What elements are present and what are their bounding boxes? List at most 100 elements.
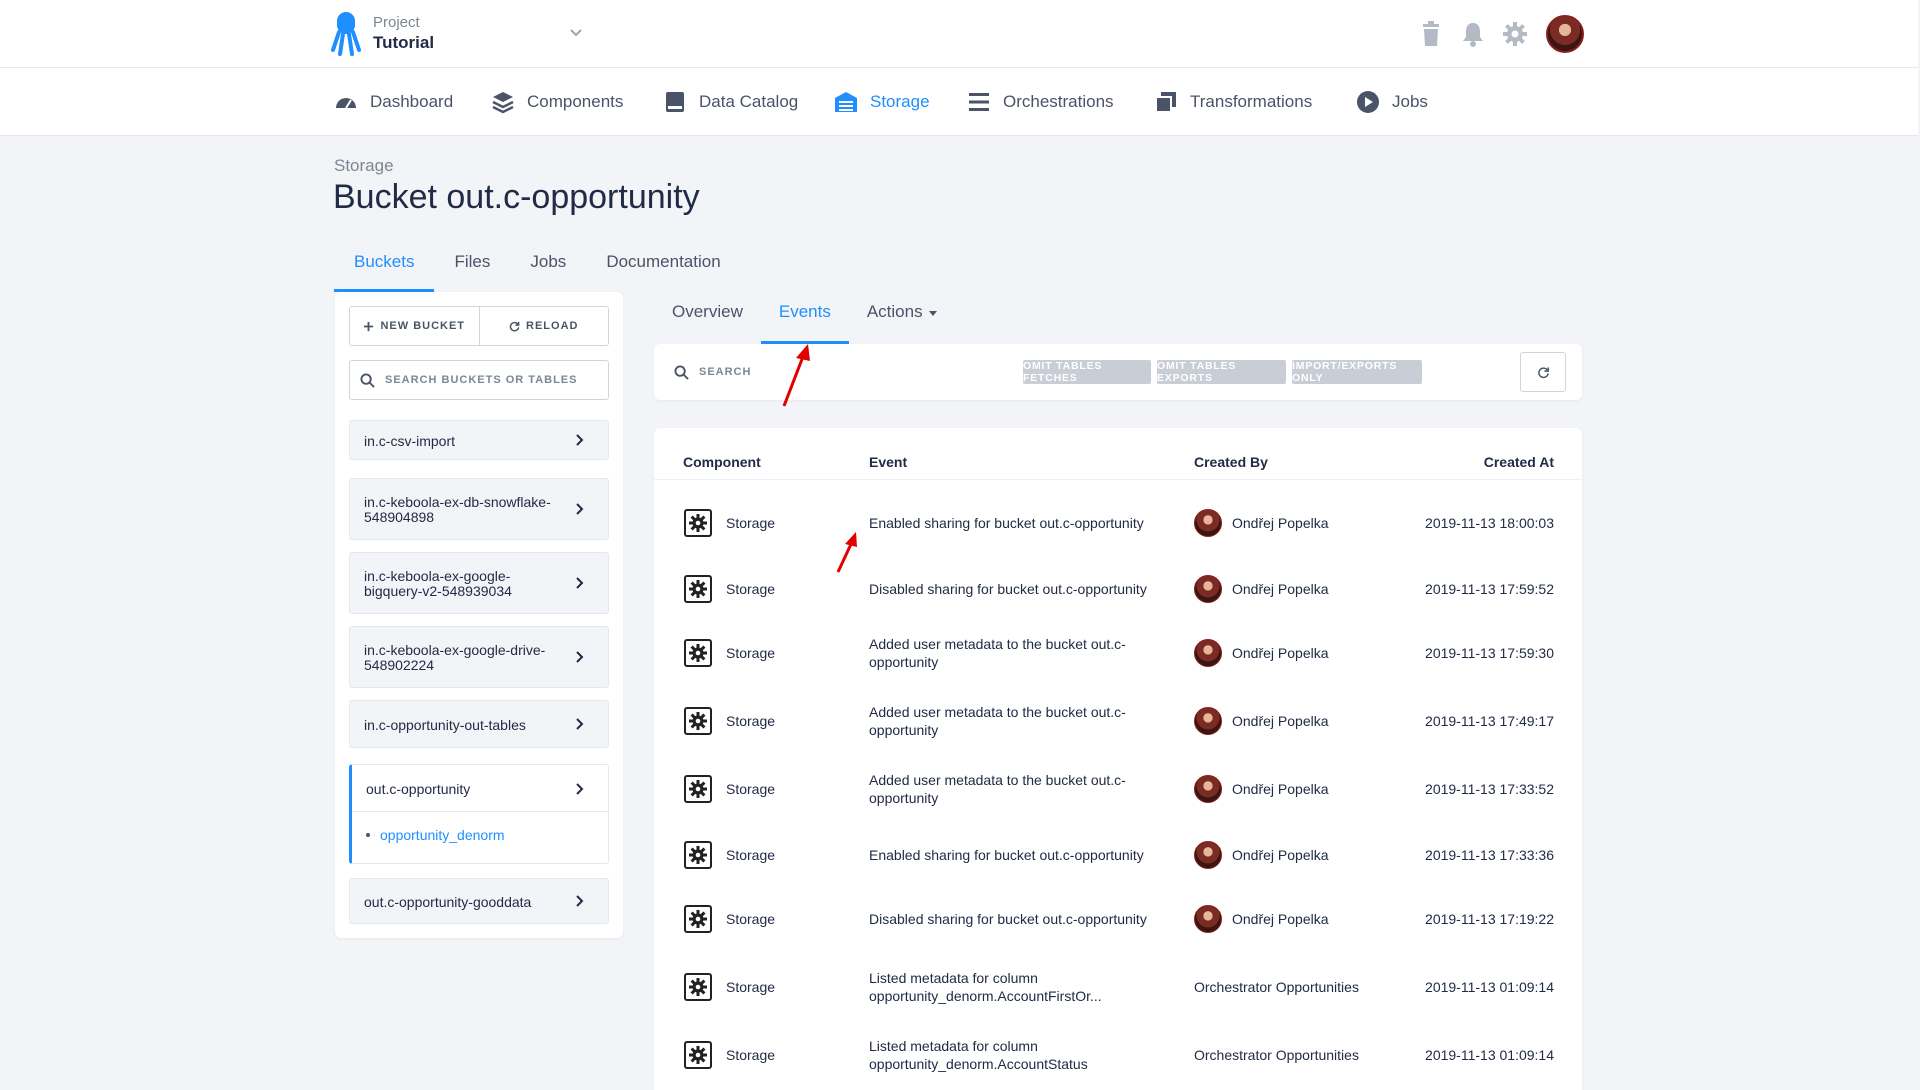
layers-icon: [492, 92, 514, 114]
user-avatar: [1194, 639, 1222, 667]
created-by-name: Ondřej Popelka: [1232, 645, 1329, 661]
event-text: Enabled sharing for bucket out.c-opportu…: [869, 515, 1144, 531]
tab-buckets[interactable]: Buckets: [334, 246, 435, 292]
created-by-name: Ondřej Popelka: [1232, 581, 1329, 597]
import-exports-only-button[interactable]: IMPORT/EXPORTS ONLY: [1292, 360, 1422, 384]
nav-transformations[interactable]: Transformations: [1154, 68, 1312, 136]
event-text: Disabled sharing for bucket out.c-opport…: [869, 911, 1147, 927]
table-row[interactable]: Storage Enabled sharing for bucket out.c-…: [654, 490, 1582, 556]
event-created-by: Orchestrator Opportunities: [1194, 979, 1359, 995]
bucket-search: [349, 360, 609, 400]
user-avatar: [1194, 575, 1222, 603]
chevron-down-icon[interactable]: [566, 22, 586, 42]
chevron-right-icon: [576, 434, 584, 446]
new-bucket-button[interactable]: NEW BUCKET: [350, 307, 479, 345]
chevron-right-icon: [576, 895, 584, 907]
top-header: Project Tutorial: [0, 0, 1918, 68]
table-row[interactable]: Storage Listed metadata for column opport…: [654, 1020, 1582, 1090]
user-avatar: [1194, 775, 1222, 803]
header-divider: [654, 479, 1582, 480]
bucket-subtabs: Overview Events Actions: [654, 292, 955, 344]
bell-icon[interactable]: [1459, 20, 1487, 48]
bucket-item[interactable]: in.c-keboola-ex-google-bigquery-v2-54893…: [349, 552, 609, 614]
gear-icon[interactable]: [1501, 20, 1529, 48]
bucket-name: in.c-opportunity-out-tables: [364, 717, 526, 733]
event-component: Storage: [726, 713, 776, 729]
table-row[interactable]: Storage Disabled sharing for bucket out.c…: [654, 556, 1582, 622]
event-text: Disabled sharing for bucket out.c-opport…: [869, 581, 1147, 597]
event-created-at: 2019-11-13 01:09:14: [1425, 1047, 1554, 1063]
refresh-events-button[interactable]: [1520, 352, 1566, 392]
search-icon: [674, 364, 689, 380]
tab-documentation[interactable]: Documentation: [586, 246, 740, 292]
event-created-at: 2019-11-13 17:33:52: [1425, 781, 1554, 797]
new-bucket-label: NEW BUCKET: [380, 320, 466, 332]
table-name: opportunity_denorm: [380, 827, 505, 843]
bullet-icon: [366, 833, 370, 837]
bucket-search-input[interactable]: [385, 374, 595, 386]
created-by-name: Orchestrator Opportunities: [1194, 1047, 1359, 1063]
created-by-name: Ondřej Popelka: [1232, 911, 1329, 927]
event-created-by: Ondřej Popelka: [1194, 575, 1329, 603]
storage-gear-icon: [684, 639, 712, 667]
trash-icon[interactable]: [1417, 20, 1445, 48]
nav-jobs[interactable]: Jobs: [1356, 68, 1428, 136]
bucket-item[interactable]: in.c-keboola-ex-db-snowflake-548904898: [349, 478, 609, 540]
bucket-actions: NEW BUCKET RELOAD: [349, 306, 609, 346]
bucket-item[interactable]: in.c-keboola-ex-google-drive-548902224: [349, 626, 609, 688]
event-created-at: 2019-11-13 17:33:36: [1425, 847, 1554, 863]
plus-icon: [364, 321, 374, 331]
event-created-by: Ondřej Popelka: [1194, 905, 1329, 933]
table-row[interactable]: Storage Added user metadata to the bucket…: [654, 686, 1582, 756]
table-row[interactable]: Storage Disabled sharing for bucket out.c…: [654, 886, 1582, 952]
nav-components[interactable]: Components: [491, 68, 623, 136]
subtab-events[interactable]: Events: [760, 292, 849, 344]
chevron-right-icon: [576, 577, 584, 589]
nav-label: Orchestrations: [1003, 92, 1114, 111]
bucket-name: out.c-opportunity-gooddata: [364, 894, 532, 910]
event-component: Storage: [726, 781, 776, 797]
storage-gear-icon: [684, 973, 712, 1001]
event-created-at: 2019-11-13 17:59:30: [1425, 645, 1554, 661]
breadcrumb[interactable]: Storage: [334, 156, 394, 176]
keboola-logo-icon[interactable]: [330, 12, 362, 56]
page-tabs: Buckets Files Jobs Documentation: [334, 246, 741, 294]
actions-dropdown[interactable]: Actions: [849, 292, 955, 344]
bucket-item[interactable]: in.c-csv-import: [349, 420, 609, 460]
bucket-name: in.c-keboola-ex-db-snowflake-548904898: [364, 494, 551, 525]
omit-tables-fetches-button[interactable]: OMIT TABLES FETCHES: [1023, 360, 1151, 384]
user-avatar: [1194, 905, 1222, 933]
event-text: Enabled sharing for bucket out.c-opportu…: [869, 847, 1144, 863]
created-by-name: Orchestrator Opportunities: [1194, 979, 1359, 995]
table-row[interactable]: Storage Listed metadata for column opport…: [654, 952, 1582, 1022]
nav-orchestrations[interactable]: Orchestrations: [967, 68, 1114, 136]
table-row[interactable]: Storage Added user metadata to the bucket…: [654, 754, 1582, 824]
bucket-name: out.c-opportunity: [366, 781, 471, 797]
omit-tables-exports-button[interactable]: OMIT TABLES EXPORTS: [1157, 360, 1286, 384]
bucket-name: in.c-keboola-ex-google-bigquery-v2-54893…: [364, 568, 512, 599]
reload-button[interactable]: RELOAD: [478, 307, 609, 345]
user-avatar: [1194, 509, 1222, 537]
chevron-right-icon: [576, 783, 584, 795]
table-row[interactable]: Storage Added user metadata to the bucket…: [654, 618, 1582, 688]
project-name[interactable]: Tutorial: [373, 33, 434, 53]
main-nav: Dashboard Components Data Catalog Storag…: [0, 68, 1918, 136]
nav-dashboard[interactable]: Dashboard: [334, 68, 453, 136]
event-text: Added user metadata to the bucket out.c-…: [869, 704, 1126, 738]
user-avatar[interactable]: [1546, 15, 1584, 53]
refresh-icon: [509, 321, 520, 331]
bucket-item[interactable]: in.c-opportunity-out-tables: [349, 700, 609, 748]
created-by-name: Ondřej Popelka: [1232, 713, 1329, 729]
tab-files[interactable]: Files: [434, 246, 510, 292]
table-link[interactable]: opportunity_denorm: [366, 827, 505, 843]
subtab-overview[interactable]: Overview: [654, 292, 761, 344]
bucket-item[interactable]: out.c-opportunity-gooddata: [349, 878, 609, 924]
nav-data-catalog[interactable]: Data Catalog: [663, 68, 798, 136]
event-created-at: 2019-11-13 17:49:17: [1425, 713, 1554, 729]
play-icon: [1357, 91, 1379, 113]
tab-jobs[interactable]: Jobs: [510, 246, 586, 292]
nav-storage[interactable]: Storage: [834, 68, 930, 136]
event-created-at: 2019-11-13 17:59:52: [1425, 581, 1554, 597]
table-row[interactable]: Storage Enabled sharing for bucket out.c-…: [654, 822, 1582, 888]
bucket-item-selected[interactable]: out.c-opportunity opportunity_denorm: [349, 764, 609, 864]
